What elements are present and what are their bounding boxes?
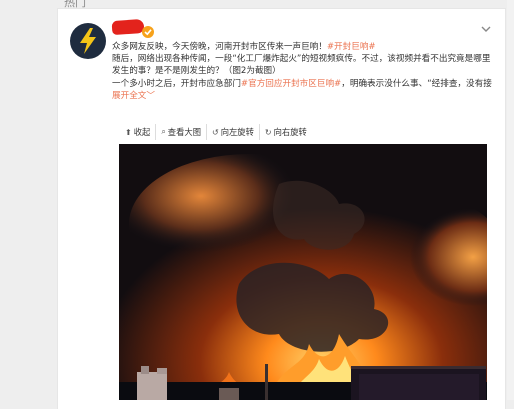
view-large-label: 查看大图	[167, 127, 201, 137]
post-paragraph-1: 众多网友反映，今天傍晚，河南开封市区传来一声巨响！#开封巨响#	[112, 41, 497, 53]
image-toolbar: ⬆ 收起 ⌕ 查看大图 ↺ 向左旋转 ↻ 向右旋转	[120, 124, 312, 140]
topic-link-kaifeng[interactable]: #开封巨响#	[327, 42, 376, 52]
page-scrollbar[interactable]	[507, 0, 514, 400]
rotate-right-icon: ↻	[264, 127, 272, 137]
verified-badge-icon	[142, 26, 154, 38]
username-redaction-mark	[111, 18, 145, 36]
post-line3-text-a: 一个多小时之后，开封市应急部门	[112, 78, 241, 89]
post-paragraph-2: 随后，网络出现各种传闻，一段“化工厂爆炸起火”的短视频疯传。不过，该视频并看不出…	[112, 54, 491, 77]
post-text: 众多网友反映，今天傍晚，河南开封市区传来一声巨响！#开封巨响# 随后，网络出现各…	[112, 41, 497, 102]
lightning-bolt-icon	[80, 28, 96, 54]
post-paragraph-3: 一个多小时之后，开封市应急部门#官方回应开封市区巨响#，明确表示没什么事、“经排…	[112, 78, 497, 102]
post-line3-text-b: ，明确表示没什么事、“经排查，没有接	[341, 78, 492, 89]
magnify-icon: ⌕	[161, 127, 166, 136]
collapse-icon: ⬆	[125, 127, 132, 137]
fire-photo-illustration	[119, 144, 487, 400]
collapse-label: 收起	[133, 127, 151, 137]
post-line1-text: 众多网友反映，今天傍晚，河南开封市区传来一声巨响！	[112, 42, 327, 52]
rotate-left-button[interactable]: ↺ 向左旋转	[207, 124, 260, 140]
rotate-right-button[interactable]: ↻ 向右旋转	[260, 124, 312, 140]
expand-label: 展开全文	[112, 90, 147, 101]
expand-arrow-icon: ﹀	[146, 90, 155, 101]
collapse-button[interactable]: ⬆ 收起	[120, 124, 157, 140]
topic-link-official-response[interactable]: #官方回应开封市区巨响#	[241, 79, 341, 89]
avatar[interactable]	[70, 23, 106, 59]
expand-full-text-button[interactable]: 展开全文﹀	[112, 91, 155, 101]
view-large-button[interactable]: ⌕ 查看大图	[156, 124, 207, 140]
rotate-left-label: 向左旋转	[220, 127, 254, 137]
rotate-right-label: 向右旋转	[273, 127, 307, 137]
rotate-left-icon: ↺	[212, 127, 219, 137]
post-image-fire[interactable]	[119, 144, 487, 400]
chevron-down-icon[interactable]	[481, 25, 491, 33]
